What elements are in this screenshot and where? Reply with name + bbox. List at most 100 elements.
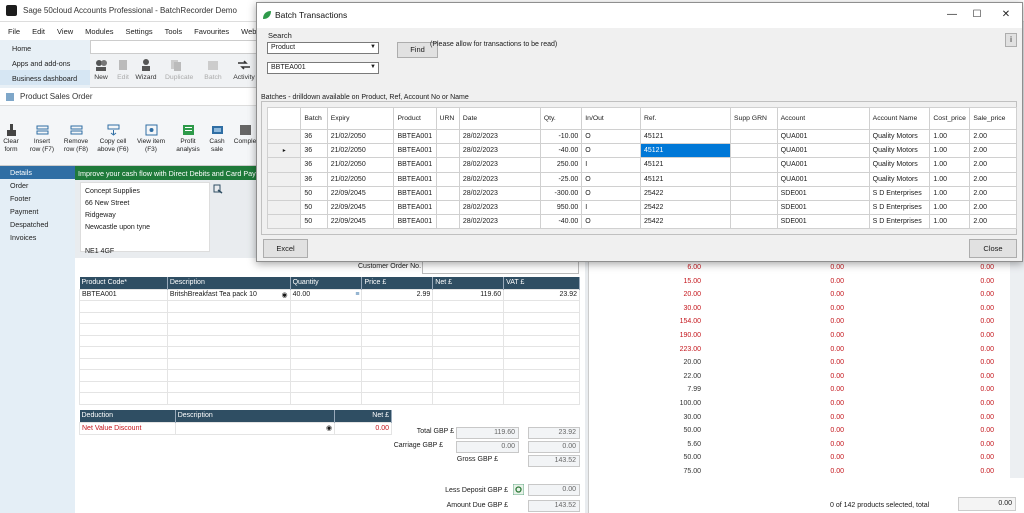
close-window-button[interactable]: ✕ — [997, 7, 1015, 23]
batch-cell[interactable]: 950.00 — [539, 199, 583, 216]
batch-cell[interactable]: 2.00 — [969, 214, 1017, 230]
batch-cell[interactable] — [730, 199, 778, 216]
batch-cell[interactable]: 28/02/2023 — [458, 128, 541, 145]
tab-order[interactable]: Order — [0, 179, 75, 192]
batch-cell[interactable]: BBTEA001 — [393, 185, 437, 201]
batch-cell[interactable] — [730, 214, 778, 230]
list-item[interactable]: 190.00 0.00 0.00 — [589, 330, 1009, 344]
col-quantity[interactable]: Quantity — [290, 277, 363, 289]
batch-cell[interactable]: 1.00 — [929, 128, 971, 145]
profit-analysis-button[interactable]: Profit analysis — [174, 124, 202, 154]
batch-row[interactable]: 50 22/09/2045 BBTEA001 28/02/2023 -40.00 O 254… — [266, 214, 1017, 230]
menu-view[interactable]: View — [57, 27, 73, 36]
list-item[interactable]: 7.99 0.00 0.00 — [589, 384, 1009, 398]
deposit-refresh-icon[interactable] — [513, 484, 524, 495]
tab-details[interactable]: Details — [0, 166, 75, 179]
row-header[interactable] — [266, 171, 302, 187]
batch-cell[interactable]: 50 — [300, 199, 328, 216]
cash-sale-button[interactable]: Cash sale — [206, 124, 228, 154]
col-net[interactable]: Net £ — [432, 277, 505, 289]
menu-favourites[interactable]: Favourites — [194, 27, 229, 36]
clear-form-button[interactable]: Clear form — [2, 124, 20, 154]
batch-row[interactable]: 36 21/02/2050 BBTEA001 28/02/2023 -10.00 O 451… — [266, 128, 1017, 145]
col-vat[interactable]: VAT £ — [503, 277, 580, 289]
tab-footer[interactable]: Footer — [0, 192, 75, 205]
batch-cell[interactable]: 25422 — [639, 185, 732, 201]
batch-cell[interactable]: BBTEA001 — [393, 199, 437, 216]
col-description[interactable]: Description — [167, 277, 291, 289]
line-product-code[interactable]: BBTEA001 — [79, 288, 168, 301]
batch-cell[interactable]: O — [581, 185, 641, 201]
batch-cell[interactable]: Quality Motors — [868, 157, 931, 173]
col-date[interactable]: Date — [458, 107, 541, 130]
carriage-net[interactable]: 0.00 — [456, 441, 519, 453]
batch-cell[interactable]: 28/02/2023 — [458, 185, 541, 201]
row-header[interactable] — [266, 214, 302, 230]
batch-cell[interactable]: -10.00 — [539, 128, 583, 145]
batch-cell[interactable]: Quality Motors — [868, 143, 931, 159]
list-item[interactable]: 15.00 0.00 0.00 — [589, 276, 1009, 290]
excel-export-button[interactable]: Excel — [263, 239, 308, 258]
batch-cell[interactable]: QUA001 — [776, 128, 870, 145]
batch-cell[interactable]: 28/02/2023 — [458, 157, 541, 173]
batch-cell[interactable]: 28/02/2023 — [458, 214, 541, 230]
customer-order-field[interactable] — [422, 261, 579, 274]
close-button[interactable]: Close — [969, 239, 1017, 258]
batch-row[interactable]: 50 22/09/2045 BBTEA001 28/02/2023 950.00 I 254… — [266, 199, 1017, 216]
line-description[interactable]: BritshBreakfast Tea pack 10 ◉ — [166, 288, 291, 301]
menu-file[interactable]: File — [8, 27, 20, 36]
batch-cell[interactable]: 22/09/2045 — [326, 214, 395, 230]
batch-cell[interactable]: SDE001 — [776, 199, 870, 216]
batch-cell[interactable]: BBTEA001 — [393, 128, 437, 145]
batch-cell[interactable] — [435, 185, 460, 201]
table-row[interactable] — [79, 392, 580, 405]
batch-cell[interactable]: 21/02/2050 — [326, 171, 395, 187]
list-item[interactable]: 22.00 0.00 0.00 — [589, 371, 1009, 385]
global-search-input[interactable] — [90, 40, 258, 54]
batch-cell[interactable]: 2.00 — [969, 171, 1017, 187]
batch-row[interactable]: 36 21/02/2050 BBTEA001 28/02/2023 250.00 I 451… — [266, 157, 1017, 173]
batch-cell[interactable] — [730, 157, 778, 173]
batch-cell[interactable]: 50 — [300, 214, 328, 230]
batch-cell[interactable]: Quality Motors — [868, 128, 931, 145]
table-row[interactable]: Net Value Discount ◉ 0.00 — [79, 421, 392, 435]
batch-cell[interactable]: 2.00 — [969, 143, 1017, 159]
col-qty[interactable]: Qty. — [539, 107, 583, 130]
batch-cell[interactable]: QUA001 — [776, 143, 870, 159]
batch-cell[interactable] — [435, 128, 460, 145]
batch-cell[interactable]: -300.00 — [539, 185, 583, 201]
row-header[interactable] — [266, 128, 302, 145]
row-header[interactable] — [266, 157, 302, 173]
table-row[interactable] — [79, 357, 580, 370]
batch-cell[interactable]: 1.00 — [929, 214, 971, 230]
table-row[interactable] — [79, 334, 580, 347]
table-row[interactable] — [79, 346, 580, 359]
col-account[interactable]: Account — [776, 107, 870, 130]
complete-button[interactable]: Comple — [232, 124, 258, 146]
batch-cell[interactable]: 36 — [300, 143, 328, 159]
col-account-name[interactable]: Account Name — [868, 107, 931, 130]
batch-cell[interactable]: 22/09/2045 — [326, 199, 395, 216]
batch-cell[interactable]: 21/02/2050 — [326, 143, 395, 159]
list-item[interactable]: 20.00 0.00 0.00 — [589, 289, 1009, 303]
list-item[interactable]: 6.00 0.00 0.00 — [589, 262, 1009, 276]
address-lookup-icon[interactable] — [213, 184, 223, 194]
line-price[interactable]: 2.99 — [361, 288, 434, 301]
batch-cell[interactable]: SDE001 — [776, 185, 870, 201]
batch-cell[interactable]: 45121 — [639, 128, 732, 145]
batch-cell[interactable] — [730, 143, 778, 159]
batch-cell[interactable]: 36 — [300, 171, 328, 187]
batch-cell[interactable]: BBTEA001 — [393, 171, 437, 187]
list-item[interactable]: 5.60 0.00 0.00 — [589, 439, 1009, 453]
list-item[interactable]: 30.00 0.00 0.00 — [589, 303, 1009, 317]
list-item[interactable]: 50.00 0.00 0.00 — [589, 452, 1009, 466]
batch-cell[interactable]: I — [581, 199, 641, 216]
tab-invoices[interactable]: Invoices — [0, 231, 75, 244]
batch-cell[interactable] — [730, 128, 778, 145]
batch-cell[interactable]: I — [581, 157, 641, 173]
batch-row[interactable]: 50 22/09/2045 BBTEA001 28/02/2023 -300.00 O 25… — [266, 185, 1017, 201]
batch-cell[interactable]: 25422 — [639, 199, 732, 216]
info-button[interactable]: i — [1005, 33, 1017, 47]
batch-button[interactable]: Batch — [202, 58, 224, 81]
batch-cell[interactable]: 45121 — [639, 143, 732, 159]
